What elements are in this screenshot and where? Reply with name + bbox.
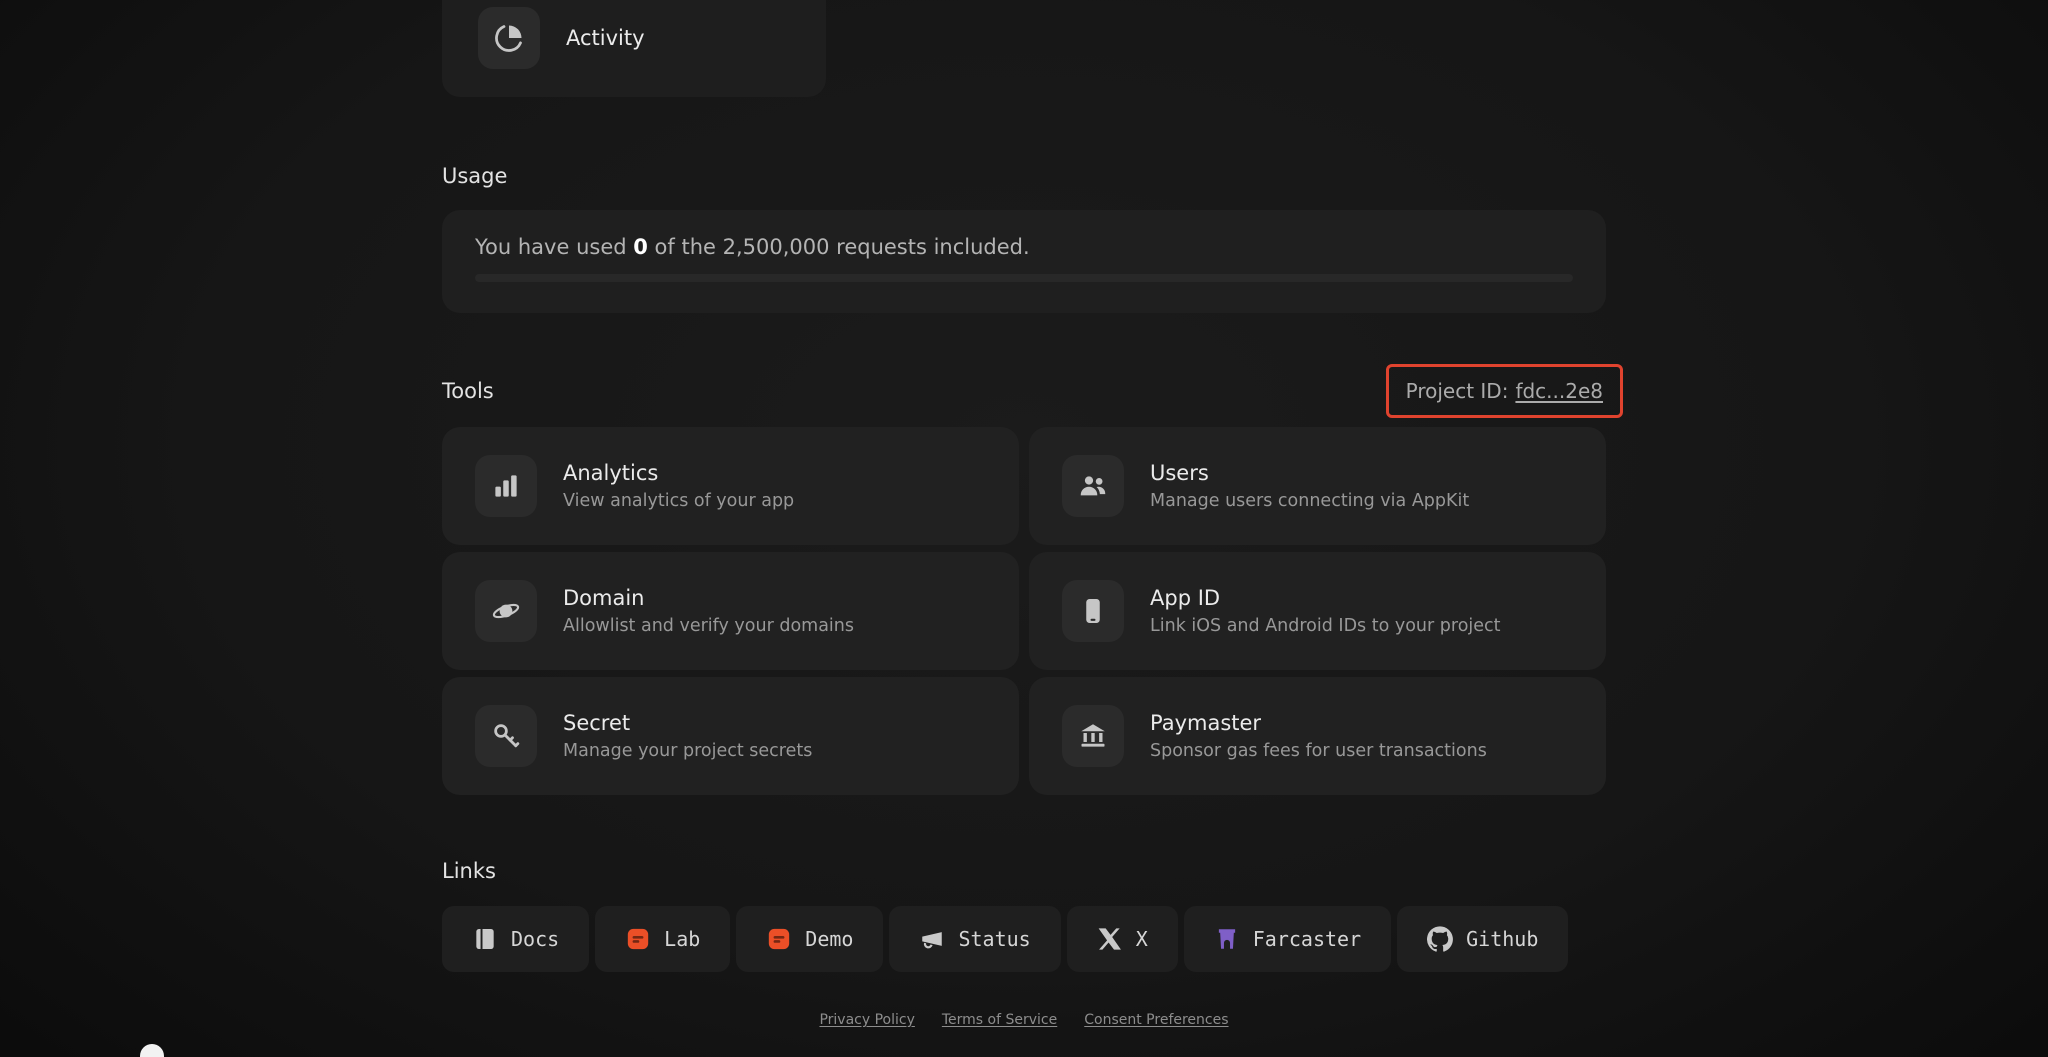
megaphone-icon <box>919 926 945 952</box>
link-button-label: Demo <box>805 927 854 951</box>
tool-card-paymaster[interactable]: Paymaster Sponsor gas fees for user tran… <box>1029 677 1606 795</box>
dashboard-page: Activity Usage You have used 0 of the 2,… <box>0 0 2048 1057</box>
project-id-value[interactable]: fdc...2e8 <box>1515 379 1603 403</box>
tool-card-users[interactable]: Users Manage users connecting via AppKit <box>1029 427 1606 545</box>
tool-description: Manage users connecting via AppKit <box>1150 491 1470 511</box>
x-logo-icon <box>1097 926 1123 952</box>
link-button-lab[interactable]: Lab <box>595 906 731 972</box>
footer-link-consent-preferences[interactable]: Consent Preferences <box>1084 1012 1228 1028</box>
tool-description: Sponsor gas fees for user transactions <box>1150 741 1487 761</box>
links-heading: Links <box>442 859 496 883</box>
lab-logo-icon <box>625 926 651 952</box>
usage-text-prefix: You have used <box>475 235 634 259</box>
link-button-label: Status <box>958 927 1031 951</box>
usage-text-suffix: of the 2,500,000 requests included. <box>647 235 1030 259</box>
mobile-icon <box>1062 580 1124 642</box>
github-icon <box>1427 926 1454 952</box>
footer-link-privacy-policy[interactable]: Privacy Policy <box>819 1012 914 1028</box>
farcaster-icon <box>1214 926 1240 952</box>
link-button-status[interactable]: Status <box>889 906 1061 972</box>
usage-card: You have used 0 of the 2,500,000 request… <box>442 210 1606 313</box>
usage-progress-bar <box>475 274 1573 282</box>
link-button-label: X <box>1135 927 1148 951</box>
tool-description: Manage your project secrets <box>563 741 813 761</box>
usage-heading: Usage <box>442 164 508 188</box>
usage-used-value: 0 <box>633 235 648 259</box>
tool-title: App ID <box>1150 586 1221 610</box>
bank-icon <box>1062 705 1124 767</box>
tool-card-secret[interactable]: Secret Manage your project secrets <box>442 677 1019 795</box>
planet-icon <box>475 580 537 642</box>
tool-card-domain[interactable]: Domain Allowlist and verify your domains <box>442 552 1019 670</box>
link-button-label: Github <box>1466 927 1539 951</box>
tool-card-analytics[interactable]: Analytics View analytics of your app <box>442 427 1019 545</box>
link-button-demo[interactable]: Demo <box>736 906 884 972</box>
tool-description: View analytics of your app <box>563 491 795 511</box>
bar-chart-icon <box>475 455 537 517</box>
tool-description: Allowlist and verify your domains <box>563 616 854 636</box>
activity-card[interactable]: Activity <box>442 0 826 97</box>
tool-card-app-id[interactable]: App ID Link iOS and Android IDs to your … <box>1029 552 1606 670</box>
footer: Privacy Policy Terms of Service Consent … <box>442 1012 1606 1028</box>
key-icon <box>475 705 537 767</box>
tool-title: Analytics <box>563 461 659 485</box>
tools-grid: Analytics View analytics of your app Use… <box>442 427 1606 795</box>
tool-title: Users <box>1150 461 1209 485</box>
book-icon <box>472 926 498 952</box>
usage-text: You have used 0 of the 2,500,000 request… <box>475 235 1573 259</box>
link-button-farcaster[interactable]: Farcaster <box>1183 906 1392 972</box>
tool-title: Paymaster <box>1150 711 1262 735</box>
project-id-label: Project ID: <box>1405 379 1509 403</box>
tool-description: Link iOS and Android IDs to your project <box>1150 616 1501 636</box>
activity-label: Activity <box>566 26 645 50</box>
footer-link-terms-of-service[interactable]: Terms of Service <box>942 1012 1057 1028</box>
link-button-docs[interactable]: Docs <box>442 906 590 972</box>
chat-launcher[interactable] <box>140 1044 164 1057</box>
link-button-label: Docs <box>511 927 560 951</box>
tools-heading: Tools <box>442 379 494 403</box>
link-button-label: Farcaster <box>1252 927 1362 951</box>
tools-header: Tools Project ID: fdc...2e8 <box>442 364 1623 418</box>
project-id-annotation-highlight: Project ID: fdc...2e8 <box>1385 364 1623 418</box>
demo-logo-icon <box>766 926 792 952</box>
link-button-label: Lab <box>664 927 701 951</box>
links-row: Docs Lab Demo Status X Farcaster Github <box>442 906 1606 972</box>
tool-title: Domain <box>563 586 645 610</box>
link-button-github[interactable]: Github <box>1397 906 1569 972</box>
link-button-x[interactable]: X <box>1066 906 1178 972</box>
pie-chart-icon <box>478 7 540 69</box>
users-icon <box>1062 455 1124 517</box>
content-container: Activity Usage You have used 0 of the 2,… <box>442 0 1623 1028</box>
tool-title: Secret <box>563 711 631 735</box>
